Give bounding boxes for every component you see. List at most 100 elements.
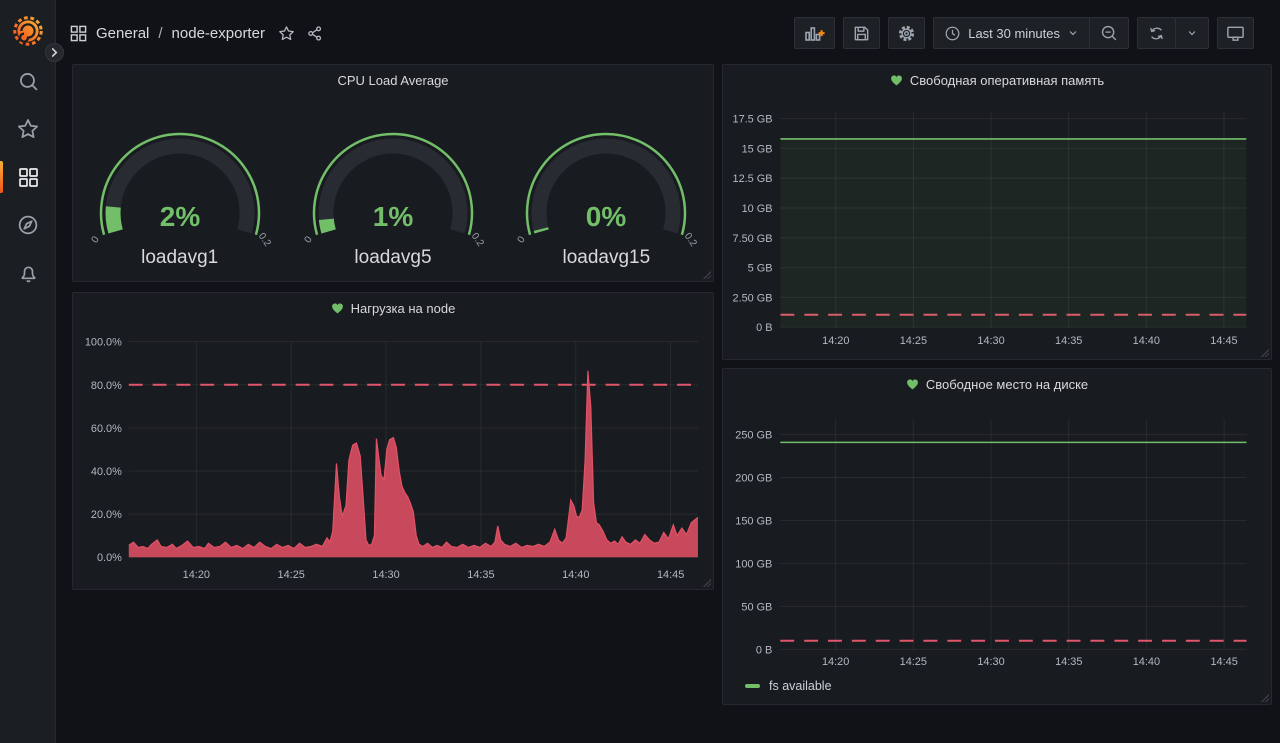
y-tick-label: 80.0% bbox=[91, 380, 122, 392]
share-dashboard-button[interactable] bbox=[306, 25, 323, 42]
y-tick-label: 200 GB bbox=[735, 473, 772, 485]
gauge-label: loadavg1 bbox=[141, 247, 218, 269]
y-tick-label: 2.50 GB bbox=[733, 292, 773, 304]
time-range-label: Last 30 minutes bbox=[968, 26, 1060, 41]
gauge-min-label: 0 bbox=[516, 234, 528, 245]
zoom-out-magnifier-icon bbox=[1100, 24, 1118, 42]
gauge-value: 1% bbox=[373, 201, 414, 232]
gauge-arc: 1%00.2 bbox=[298, 105, 488, 255]
free-disk-chart[interactable]: 14:2014:2514:3014:3514:4014:450 B50 GB10… bbox=[723, 369, 1271, 704]
y-tick-label: 10 GB bbox=[742, 203, 773, 215]
share-alt-icon bbox=[306, 25, 323, 42]
clock-icon bbox=[944, 25, 961, 42]
x-tick-label: 14:35 bbox=[1055, 656, 1082, 668]
grafana-logo[interactable] bbox=[13, 16, 43, 46]
refresh-dashboard-button[interactable] bbox=[1138, 18, 1175, 48]
y-tick-label: 0 B bbox=[756, 644, 772, 656]
x-tick-label: 14:30 bbox=[977, 335, 1004, 347]
gauge-loadavg5: 1%00.2 loadavg5 bbox=[286, 105, 499, 269]
panel-title-text: CPU Load Average bbox=[337, 73, 448, 88]
y-tick-label: 50 GB bbox=[741, 601, 772, 613]
save-icon bbox=[852, 24, 871, 43]
sidebar-expand-button[interactable] bbox=[45, 43, 64, 62]
panel-free-disk: Свободное место на диске 14:2014:2514:30… bbox=[722, 368, 1272, 705]
sidebar bbox=[0, 0, 56, 743]
alert-ok-heart-icon bbox=[890, 74, 903, 86]
panel-cpu-load-average: CPU Load Average 2% 0 0.2 loadavg1 1%00.2 … bbox=[72, 64, 714, 282]
time-range-picker[interactable]: Last 30 minutes bbox=[934, 18, 1089, 48]
y-tick-label: 17.5 GB bbox=[733, 114, 773, 126]
star-dashboard-button[interactable] bbox=[278, 25, 295, 42]
sidebar-item-explore[interactable] bbox=[0, 205, 56, 245]
compass-icon bbox=[17, 214, 39, 236]
sidebar-item-alerting[interactable] bbox=[0, 253, 56, 293]
chevron-down-icon bbox=[1067, 27, 1079, 39]
panel-title[interactable]: Нагрузка на node bbox=[73, 293, 713, 323]
dashboard-grid: CPU Load Average 2% 0 0.2 loadavg1 1%00.2 … bbox=[56, 64, 1280, 743]
gauge-max-label: 0.2 bbox=[469, 231, 486, 249]
panel-resize-handle[interactable] bbox=[1261, 349, 1269, 357]
refresh-interval-picker[interactable] bbox=[1175, 18, 1208, 48]
dashboard-settings-button[interactable] bbox=[888, 17, 925, 49]
y-tick-label: 20.0% bbox=[91, 509, 122, 521]
x-tick-label: 14:40 bbox=[1133, 656, 1160, 668]
panel-resize-handle[interactable] bbox=[703, 579, 711, 587]
panel-title[interactable]: Свободная оперативная память bbox=[723, 65, 1271, 95]
panel-node-load: Нагрузка на node 14:2014:2514:3014:3514:… bbox=[72, 292, 714, 590]
add-panel-icon bbox=[803, 22, 826, 45]
x-tick-label: 14:40 bbox=[562, 569, 589, 581]
zoom-out-time-button[interactable] bbox=[1089, 18, 1128, 48]
cycle-view-mode-button[interactable] bbox=[1217, 17, 1254, 49]
breadcrumb-dashboard[interactable]: node-exporter bbox=[172, 25, 265, 42]
gauge-label: loadavg15 bbox=[562, 247, 650, 269]
y-tick-label: 40.0% bbox=[91, 466, 122, 478]
x-tick-label: 14:25 bbox=[900, 335, 927, 347]
save-dashboard-button[interactable] bbox=[843, 17, 880, 49]
breadcrumb-folder[interactable]: General bbox=[96, 25, 149, 42]
y-tick-label: 7.50 GB bbox=[733, 233, 773, 245]
panel-free-ram: Свободная оперативная память 14:2014:251… bbox=[722, 64, 1272, 360]
legend-swatch bbox=[745, 684, 760, 688]
x-tick-label: 14:35 bbox=[1055, 335, 1082, 347]
sidebar-item-starred[interactable] bbox=[0, 109, 56, 149]
gauge-arc: 0% 0 0.2 bbox=[511, 105, 701, 255]
refresh-icon bbox=[1148, 25, 1165, 42]
gauge-arc: 2%00.2 bbox=[85, 105, 275, 255]
panel-title-text: Свободная оперативная память bbox=[910, 73, 1104, 88]
sidebar-item-search[interactable] bbox=[0, 61, 56, 101]
x-tick-label: 14:45 bbox=[1210, 335, 1237, 347]
panel-title[interactable]: CPU Load Average bbox=[73, 65, 713, 95]
panel-resize-handle[interactable] bbox=[703, 271, 711, 279]
y-tick-label: 0.0% bbox=[97, 552, 122, 564]
x-tick-label: 14:45 bbox=[1210, 656, 1237, 668]
gauge-value: 0% bbox=[586, 201, 627, 232]
legend-label: fs available bbox=[769, 679, 832, 693]
gauge-max-label: 0.2 bbox=[682, 231, 699, 249]
panel-title[interactable]: Свободное место на диске bbox=[723, 369, 1271, 399]
refresh-group bbox=[1137, 17, 1209, 49]
node-load-chart[interactable]: 14:2014:2514:3014:3514:4014:450.0%20.0%4… bbox=[73, 293, 713, 589]
sidebar-item-dashboards[interactable] bbox=[0, 157, 56, 197]
panel-resize-handle[interactable] bbox=[1261, 694, 1269, 702]
bell-icon bbox=[18, 263, 39, 284]
time-picker-group: Last 30 minutes bbox=[933, 17, 1129, 49]
series-area bbox=[780, 139, 1246, 327]
search-icon bbox=[18, 71, 39, 92]
free-ram-chart[interactable]: 14:2014:2514:3014:3514:4014:450 B2.50 GB… bbox=[723, 65, 1271, 359]
gauge-loadavg15: 0% 0 0.2 loadavg15 bbox=[500, 105, 713, 269]
panel-title-text: Свободное место на диске bbox=[926, 377, 1088, 392]
active-indicator-bar bbox=[0, 161, 3, 193]
gauge-min-label: 0 bbox=[89, 234, 101, 245]
legend-item-fs-available[interactable]: fs available bbox=[745, 679, 832, 693]
add-panel-button[interactable] bbox=[794, 17, 835, 49]
chevron-down-icon bbox=[1186, 27, 1198, 39]
y-tick-label: 250 GB bbox=[735, 430, 772, 442]
gauge-value: 2% bbox=[159, 201, 200, 232]
star-icon bbox=[17, 118, 39, 140]
apps-grid-icon bbox=[70, 25, 87, 42]
y-tick-label: 150 GB bbox=[735, 515, 772, 527]
x-tick-label: 14:25 bbox=[900, 656, 927, 668]
x-tick-label: 14:25 bbox=[278, 569, 305, 581]
alert-ok-heart-icon bbox=[906, 378, 919, 390]
breadcrumb-separator: / bbox=[158, 25, 162, 42]
